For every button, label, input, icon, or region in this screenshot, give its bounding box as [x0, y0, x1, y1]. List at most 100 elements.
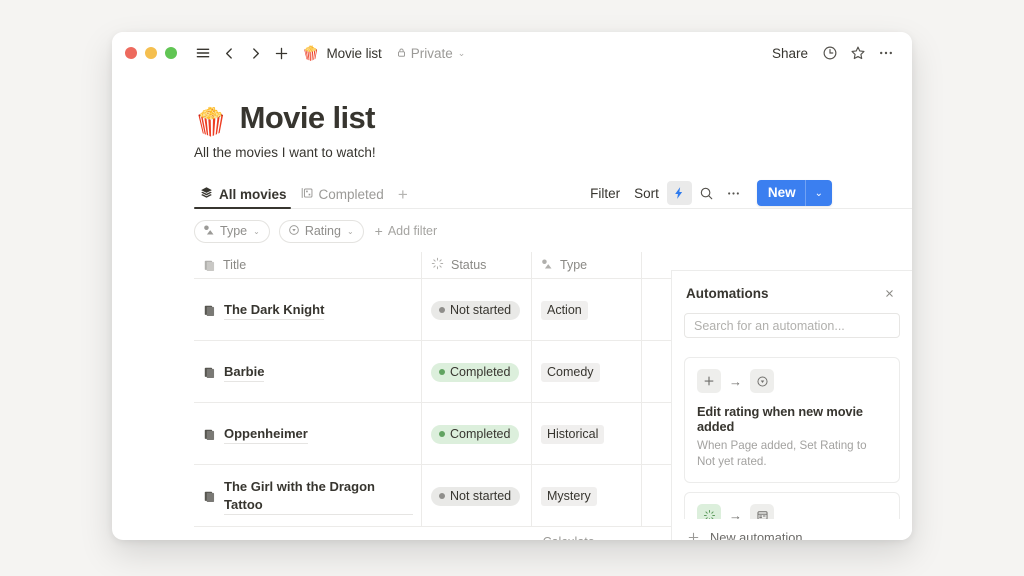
cell-title[interactable]: The Dark Knight	[194, 279, 422, 340]
cell-status[interactable]: Completed	[422, 403, 532, 464]
cell-title-text: Oppenheimer	[224, 425, 308, 444]
page-header: 🍿 Movie list All the movies I want to wat…	[112, 74, 912, 160]
page-icon	[203, 428, 216, 441]
automation-search-input[interactable]: Search for an automation...	[684, 313, 900, 338]
page-title[interactable]: Movie list	[240, 100, 376, 136]
add-filter-button[interactable]: + Add filter	[375, 224, 438, 238]
automations-panel: Automations Search for an automation...	[671, 270, 912, 540]
tab-completed[interactable]: Completed	[295, 187, 392, 209]
view-tabs-row: All movies Completed + Filter Sort New ⌄	[194, 179, 912, 209]
calculate-label: Calculate	[543, 535, 595, 541]
filter-chip-rating-label: Rating	[304, 224, 341, 238]
status-bullet-icon	[439, 431, 445, 437]
sort-button[interactable]: Sort	[628, 182, 665, 205]
maximize-window-button[interactable]	[165, 47, 177, 59]
cell-type[interactable]: Comedy	[532, 341, 642, 402]
page-icon	[203, 259, 216, 272]
new-button[interactable]: New ⌄	[756, 180, 832, 206]
type-tag: Comedy	[541, 363, 600, 382]
status-bullet-icon	[439, 369, 445, 375]
add-filter-label: Add filter	[387, 224, 438, 238]
window-controls	[125, 47, 177, 59]
automations-list[interactable]: → Edit rating when new movie added When …	[672, 348, 912, 530]
chevron-down-icon: ⌄	[599, 537, 606, 540]
status-badge-label: Completed	[450, 365, 511, 379]
cell-type[interactable]: Action	[532, 279, 642, 340]
status-badge: Not started	[431, 487, 521, 506]
chevron-down-icon: ⌄	[346, 226, 354, 236]
new-button-label: New	[767, 185, 796, 200]
plus-icon: +	[374, 223, 383, 239]
app-window: 🍿 Movie list Private ⌄ Share 🍿 Movie lis…	[112, 32, 912, 540]
back-chevron-icon[interactable]	[217, 41, 241, 65]
automation-name: Edit rating when new movie added	[697, 404, 863, 434]
automations-panel-header: Automations	[672, 271, 912, 302]
type-tag: Historical	[541, 425, 605, 444]
new-automation-button[interactable]: New automation	[672, 526, 912, 540]
status-badge: Not started	[431, 301, 521, 320]
layers-icon	[200, 186, 213, 202]
add-view-button[interactable]: +	[392, 186, 414, 209]
cell-title[interactable]: Barbie	[194, 341, 422, 402]
sidebar-toggle-icon[interactable]	[191, 41, 215, 65]
arrow-right-icon: →	[729, 373, 742, 389]
new-button-chevron-down-icon[interactable]: ⌄	[806, 180, 832, 206]
filter-chips-row: Type ⌄ Rating ⌄ + Add filter	[194, 219, 912, 243]
lightning-bolt-icon[interactable]	[666, 181, 692, 205]
star-icon[interactable]	[846, 41, 870, 65]
filter-chip-rating[interactable]: Rating ⌄	[278, 219, 364, 243]
filter-button[interactable]: Filter	[584, 182, 626, 205]
share-button[interactable]: Share	[766, 42, 814, 65]
filter-chip-type[interactable]: Type ⌄	[194, 219, 270, 243]
automation-card[interactable]: → Edit rating when new movie added When …	[684, 357, 900, 483]
status-badge-label: Not started	[450, 303, 512, 317]
cell-title[interactable]: Oppenheimer	[194, 403, 422, 464]
tab-all-movies-label: All movies	[219, 186, 287, 202]
breadcrumb-emoji: 🍿	[302, 45, 320, 61]
board-icon	[301, 187, 313, 202]
forward-chevron-icon[interactable]	[243, 41, 267, 65]
multi-select-icon	[541, 258, 553, 273]
cell-status[interactable]: Not started	[422, 279, 532, 340]
view-more-icon[interactable]	[721, 181, 746, 205]
privacy-indicator[interactable]: Private ⌄	[396, 46, 465, 61]
select-icon	[288, 224, 300, 239]
tab-all-movies[interactable]: All movies	[194, 186, 295, 209]
type-tag: Mystery	[541, 487, 597, 506]
close-icon[interactable]	[881, 285, 898, 302]
automations-panel-title: Automations	[686, 286, 769, 301]
multi-select-icon	[203, 224, 215, 239]
status-badge: Completed	[431, 425, 520, 444]
new-automation-label: New automation	[710, 530, 803, 540]
automation-description: When Page added, Set Rating to Not yet r…	[697, 439, 867, 468]
page-icon	[203, 490, 216, 503]
search-icon[interactable]	[694, 181, 719, 205]
page-subtitle: All the movies I want to watch!	[194, 145, 376, 160]
status-icon	[431, 257, 444, 273]
more-horizontal-icon[interactable]	[874, 41, 898, 65]
cell-status[interactable]: Not started	[422, 465, 532, 526]
page-content: 🍿 Movie list All the movies I want to wat…	[112, 74, 912, 540]
cell-type[interactable]: Historical	[532, 403, 642, 464]
new-page-plus-icon[interactable]	[269, 41, 293, 65]
clock-icon[interactable]	[818, 41, 842, 65]
column-header-title[interactable]: Title	[194, 252, 422, 278]
calculate-button[interactable]: Calculate ⌄	[543, 535, 606, 541]
cell-type[interactable]: Mystery	[532, 465, 642, 526]
filter-chip-type-label: Type	[220, 224, 248, 238]
breadcrumb-title[interactable]: Movie list	[326, 46, 381, 61]
minimize-window-button[interactable]	[145, 47, 157, 59]
close-window-button[interactable]	[125, 47, 137, 59]
column-header-status[interactable]: Status	[422, 252, 532, 278]
tab-completed-label: Completed	[318, 187, 384, 202]
page-emoji[interactable]: 🍿	[194, 109, 228, 136]
column-header-type[interactable]: Type	[532, 252, 642, 278]
cell-status[interactable]: Completed	[422, 341, 532, 402]
cell-title-text: The Girl with the Dragon Tattoo	[224, 478, 413, 515]
column-header-title-label: Title	[223, 258, 247, 272]
cell-title[interactable]: The Girl with the Dragon Tattoo	[194, 465, 422, 526]
page-icon	[203, 304, 216, 317]
select-icon	[750, 369, 774, 393]
lock-icon	[396, 46, 407, 61]
status-badge-label: Not started	[450, 489, 512, 503]
